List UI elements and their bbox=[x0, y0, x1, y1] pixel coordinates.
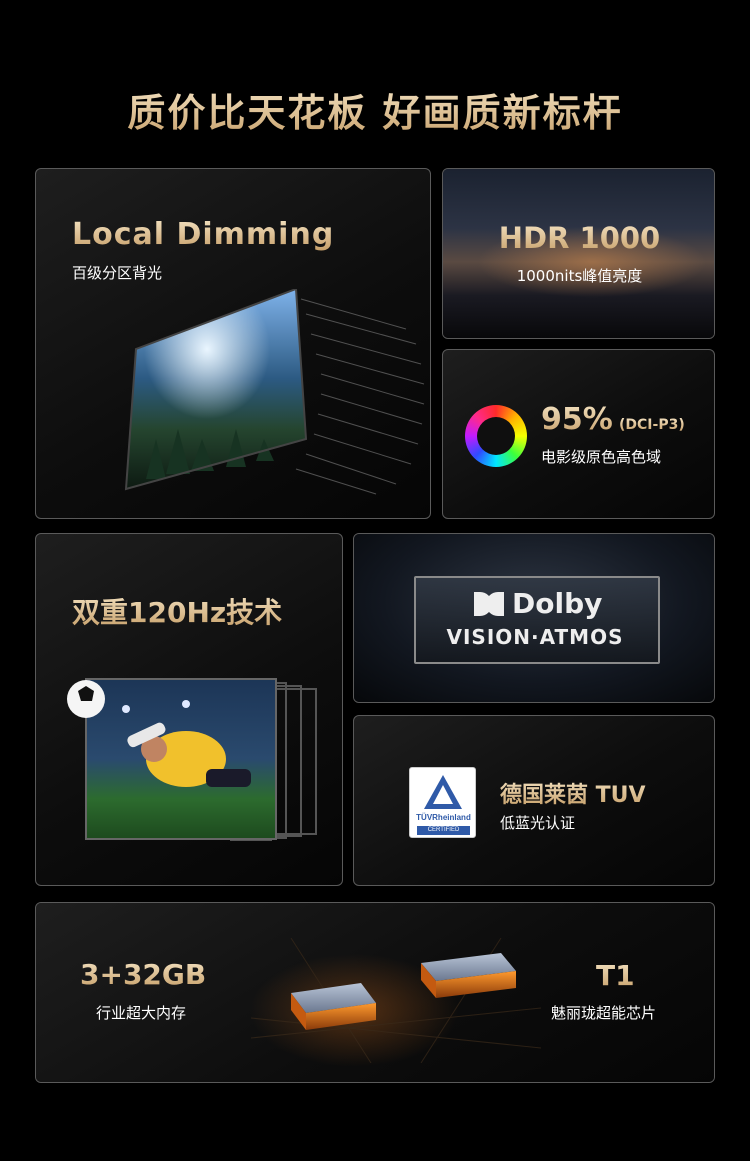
chip-illustration bbox=[251, 938, 541, 1063]
tuv-badge-certified: CERTIFIED bbox=[417, 826, 470, 835]
color-gamut-subtitle: 电影级原色高色域 bbox=[541, 448, 662, 466]
color-gamut-percent: 95% bbox=[541, 402, 613, 437]
dolby-card: Dolby VISION·ATMOS bbox=[353, 533, 715, 703]
goalkeeper-illustration bbox=[67, 678, 317, 841]
tuv-triangle-icon bbox=[424, 775, 462, 809]
chip-title: T1 bbox=[596, 959, 635, 992]
dolby-logo-icon bbox=[474, 592, 504, 616]
backlight-zones-illustration bbox=[124, 289, 425, 495]
tuv-card: TÜVRheinland CERTIFIED 德国莱茵 TUV 低蓝光认证 bbox=[353, 715, 715, 886]
color-wheel-icon bbox=[465, 405, 527, 467]
local-dimming-title: Local Dimming bbox=[72, 217, 335, 252]
color-gamut-standard: (DCI-P3) bbox=[619, 417, 685, 433]
color-gamut-card: 95% (DCI-P3) 电影级原色高色域 bbox=[442, 349, 715, 519]
memory-title: 3+32GB bbox=[80, 958, 207, 991]
chip-subtitle: 魅丽珑超能芯片 bbox=[551, 1004, 657, 1022]
local-dimming-subtitle: 百级分区背光 bbox=[72, 264, 163, 282]
tuv-title: 德国莱茵 TUV bbox=[500, 777, 646, 809]
chip-memory-card: 3+32GB 行业超大内存 T1 魅丽珑超能芯片 bbox=[35, 902, 715, 1083]
hdr-card: HDR 1000 1000nits峰值亮度 bbox=[442, 168, 715, 339]
tuv-badge-brand: TÜVRheinland bbox=[416, 813, 471, 822]
memory-subtitle: 行业超大内存 bbox=[96, 1004, 187, 1022]
hdr-title: HDR 1000 bbox=[443, 221, 714, 255]
local-dimming-card: Local Dimming 百级分区背光 bbox=[35, 168, 431, 519]
page-headline: 质价比天花板 好画质新标杆 bbox=[0, 82, 750, 137]
dolby-brand: Dolby bbox=[512, 587, 603, 620]
tuv-badge: TÜVRheinland CERTIFIED bbox=[409, 767, 476, 838]
hdr-subtitle: 1000nits峰值亮度 bbox=[516, 267, 643, 285]
tuv-subtitle: 低蓝光认证 bbox=[500, 814, 576, 832]
refresh-rate-title: 双重120Hz技术 bbox=[72, 591, 282, 631]
dolby-vision-atmos: VISION·ATMOS bbox=[446, 625, 624, 649]
refresh-rate-card: 双重120Hz技术 bbox=[35, 533, 343, 886]
